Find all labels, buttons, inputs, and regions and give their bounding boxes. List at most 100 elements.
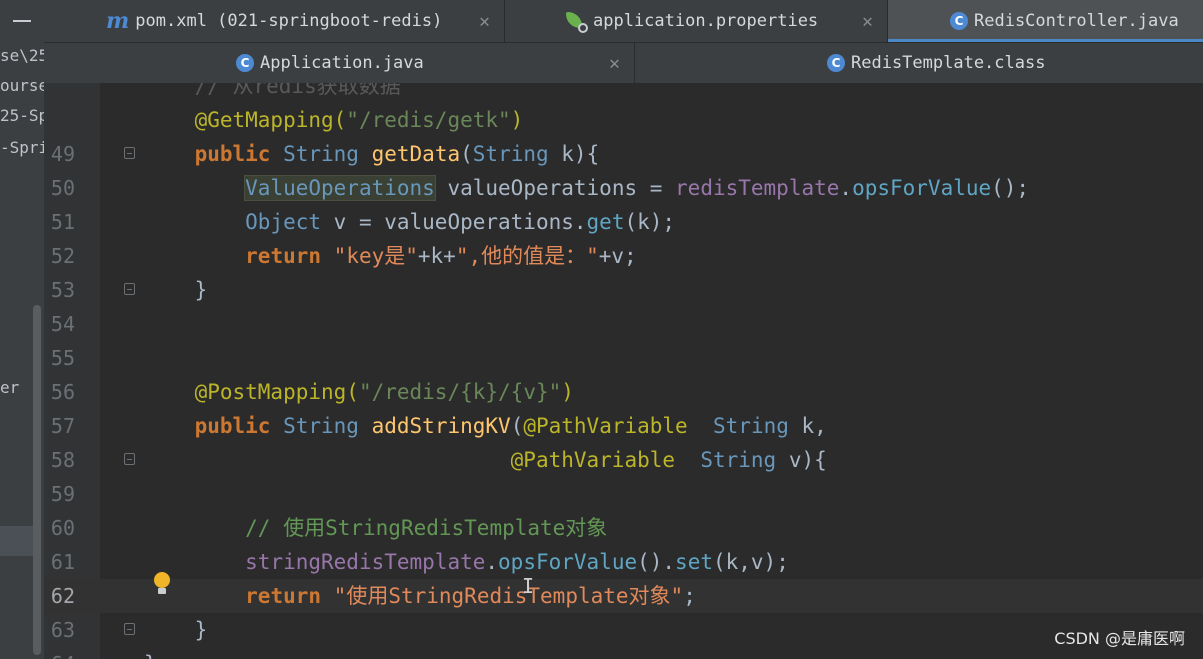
code-token: ; <box>683 584 696 608</box>
code-line[interactable]: 58 @PathVariable String v){ <box>44 443 1203 477</box>
code-line[interactable]: // 从redis获取数据 <box>44 83 1203 103</box>
tab-label: pom.xml (021-springboot-redis) <box>135 11 443 31</box>
code-token: "key是" <box>333 244 418 268</box>
line-number: 52 <box>50 244 75 268</box>
project-tree-item[interactable]: se\25 <box>0 46 44 65</box>
code-token: Object <box>245 210 322 234</box>
code-token: opsForValue <box>852 176 992 200</box>
code-token: String <box>283 142 359 166</box>
code-token: "/redis/getk" <box>346 108 511 132</box>
tab-label: RedisTemplate.class <box>851 53 1046 73</box>
code-token: ) <box>510 108 524 132</box>
code-line[interactable]: 62 return "使用StringRedisTemplate对象"; <box>44 579 1203 613</box>
project-tree-panel: se\25 ourse 25-Sp -Spri er <box>0 42 44 659</box>
code-token: } <box>144 278 208 302</box>
code-text: return "使用StringRedisTemplate对象"; <box>144 579 696 613</box>
code-line[interactable]: 56 @PostMapping("/redis/{k}/{v}") <box>44 375 1203 409</box>
line-number: 62 <box>50 584 75 608</box>
code-line[interactable]: 52 return "key是"+k+",他的值是："+v; <box>44 239 1203 273</box>
close-icon[interactable]: ✕ <box>609 53 620 74</box>
line-number: 60 <box>50 516 75 540</box>
lightbulb-icon[interactable] <box>152 572 172 598</box>
code-token: public <box>194 414 271 438</box>
code-token: k, <box>788 414 827 438</box>
line-number: 57 <box>50 414 75 438</box>
line-number: 50 <box>50 176 75 200</box>
tab-label: application.properties <box>593 11 819 31</box>
code-line[interactable]: 64} <box>44 647 1203 659</box>
code-line[interactable]: 63 } <box>44 613 1203 647</box>
line-number: 54 <box>50 312 75 336</box>
code-line[interactable]: 60 // 使用StringRedisTemplate对象 <box>44 511 1203 545</box>
tab-application-java[interactable]: C Application.java ✕ <box>44 43 634 83</box>
tool-window-menu-icon[interactable] <box>0 0 44 42</box>
code-token: ",他的值是：" <box>455 244 599 268</box>
tab-redis-template-class[interactable]: C RedisTemplate.class <box>635 43 1203 83</box>
fold-marker-icon[interactable] <box>124 147 135 159</box>
line-number: 61 <box>50 550 75 574</box>
project-tree-item[interactable]: er <box>0 378 19 397</box>
code-line[interactable]: 57 public String addStringKV(@PathVariab… <box>44 409 1203 443</box>
code-line[interactable]: 50 ValueOperations valueOperations = red… <box>44 171 1203 205</box>
maven-m-icon: m <box>106 8 130 34</box>
project-tree-item[interactable]: 25-Sp <box>0 106 44 125</box>
code-text: public String getData(String k){ <box>144 137 600 171</box>
code-text: } <box>144 273 208 307</box>
code-token: get <box>586 210 625 234</box>
code-text: @PathVariable String v){ <box>144 443 827 477</box>
close-icon[interactable]: ✕ <box>862 11 873 32</box>
code-token: k){ <box>548 142 600 166</box>
code-token: redisTemplate <box>675 176 840 200</box>
project-tree-item[interactable]: -Spri <box>0 138 44 157</box>
project-tree-scrollbar[interactable] <box>33 305 41 655</box>
fold-marker-icon[interactable] <box>124 283 135 295</box>
code-token: stringRedisTemplate <box>245 550 486 574</box>
code-token: . <box>485 550 499 574</box>
code-line[interactable]: 53 } <box>44 273 1203 307</box>
code-token: (); <box>991 176 1030 200</box>
code-token: } <box>144 652 157 659</box>
fold-marker-icon[interactable] <box>124 623 135 635</box>
line-number: 58 <box>50 448 75 472</box>
code-line[interactable]: 59 <box>44 477 1203 511</box>
close-icon[interactable]: ✕ <box>479 11 490 32</box>
code-token: // 从redis获取数据 <box>144 83 401 98</box>
tab-pom-xml[interactable]: m pom.xml (021-springboot-redis) ✕ <box>98 0 504 42</box>
code-editor[interactable]: // 从redis获取数据 @GetMapping("/redis/getk")… <box>44 83 1203 659</box>
spring-class-icon: C <box>236 54 254 72</box>
code-line[interactable]: 61 stringRedisTemplate.opsForValue().set… <box>44 545 1203 579</box>
editor-tab-bar-primary: m pom.xml (021-springboot-redis) ✕ appli… <box>0 0 1203 42</box>
fold-marker-icon[interactable] <box>124 453 135 465</box>
code-line[interactable]: 51 Object v = valueOperations.get(k); <box>44 205 1203 239</box>
code-token: v = valueOperations. <box>321 210 587 234</box>
code-text: ValueOperations valueOperations = redisT… <box>144 171 1029 205</box>
code-token: String <box>713 414 789 438</box>
code-token: opsForValue <box>498 550 638 574</box>
tab-redis-controller[interactable]: C RedisController.java <box>888 0 1203 42</box>
code-text: } <box>144 647 157 659</box>
project-tree-item[interactable]: ourse <box>0 76 44 95</box>
code-token: return <box>245 244 322 268</box>
line-number: 49 <box>50 142 75 166</box>
code-token: String <box>472 142 549 166</box>
code-line[interactable]: @GetMapping("/redis/getk") <box>44 103 1203 137</box>
code-line[interactable]: 54 <box>44 307 1203 341</box>
code-line[interactable]: 49 public String getData(String k){ <box>44 137 1203 171</box>
tab-application-properties[interactable]: application.properties ✕ <box>505 0 887 42</box>
code-token: "/redis/{k}/{v}" <box>358 380 562 404</box>
code-token: @PathVariable <box>510 448 676 472</box>
line-number: 56 <box>50 380 75 404</box>
code-token: getData <box>371 142 461 166</box>
code-line[interactable]: 55 <box>44 341 1203 375</box>
